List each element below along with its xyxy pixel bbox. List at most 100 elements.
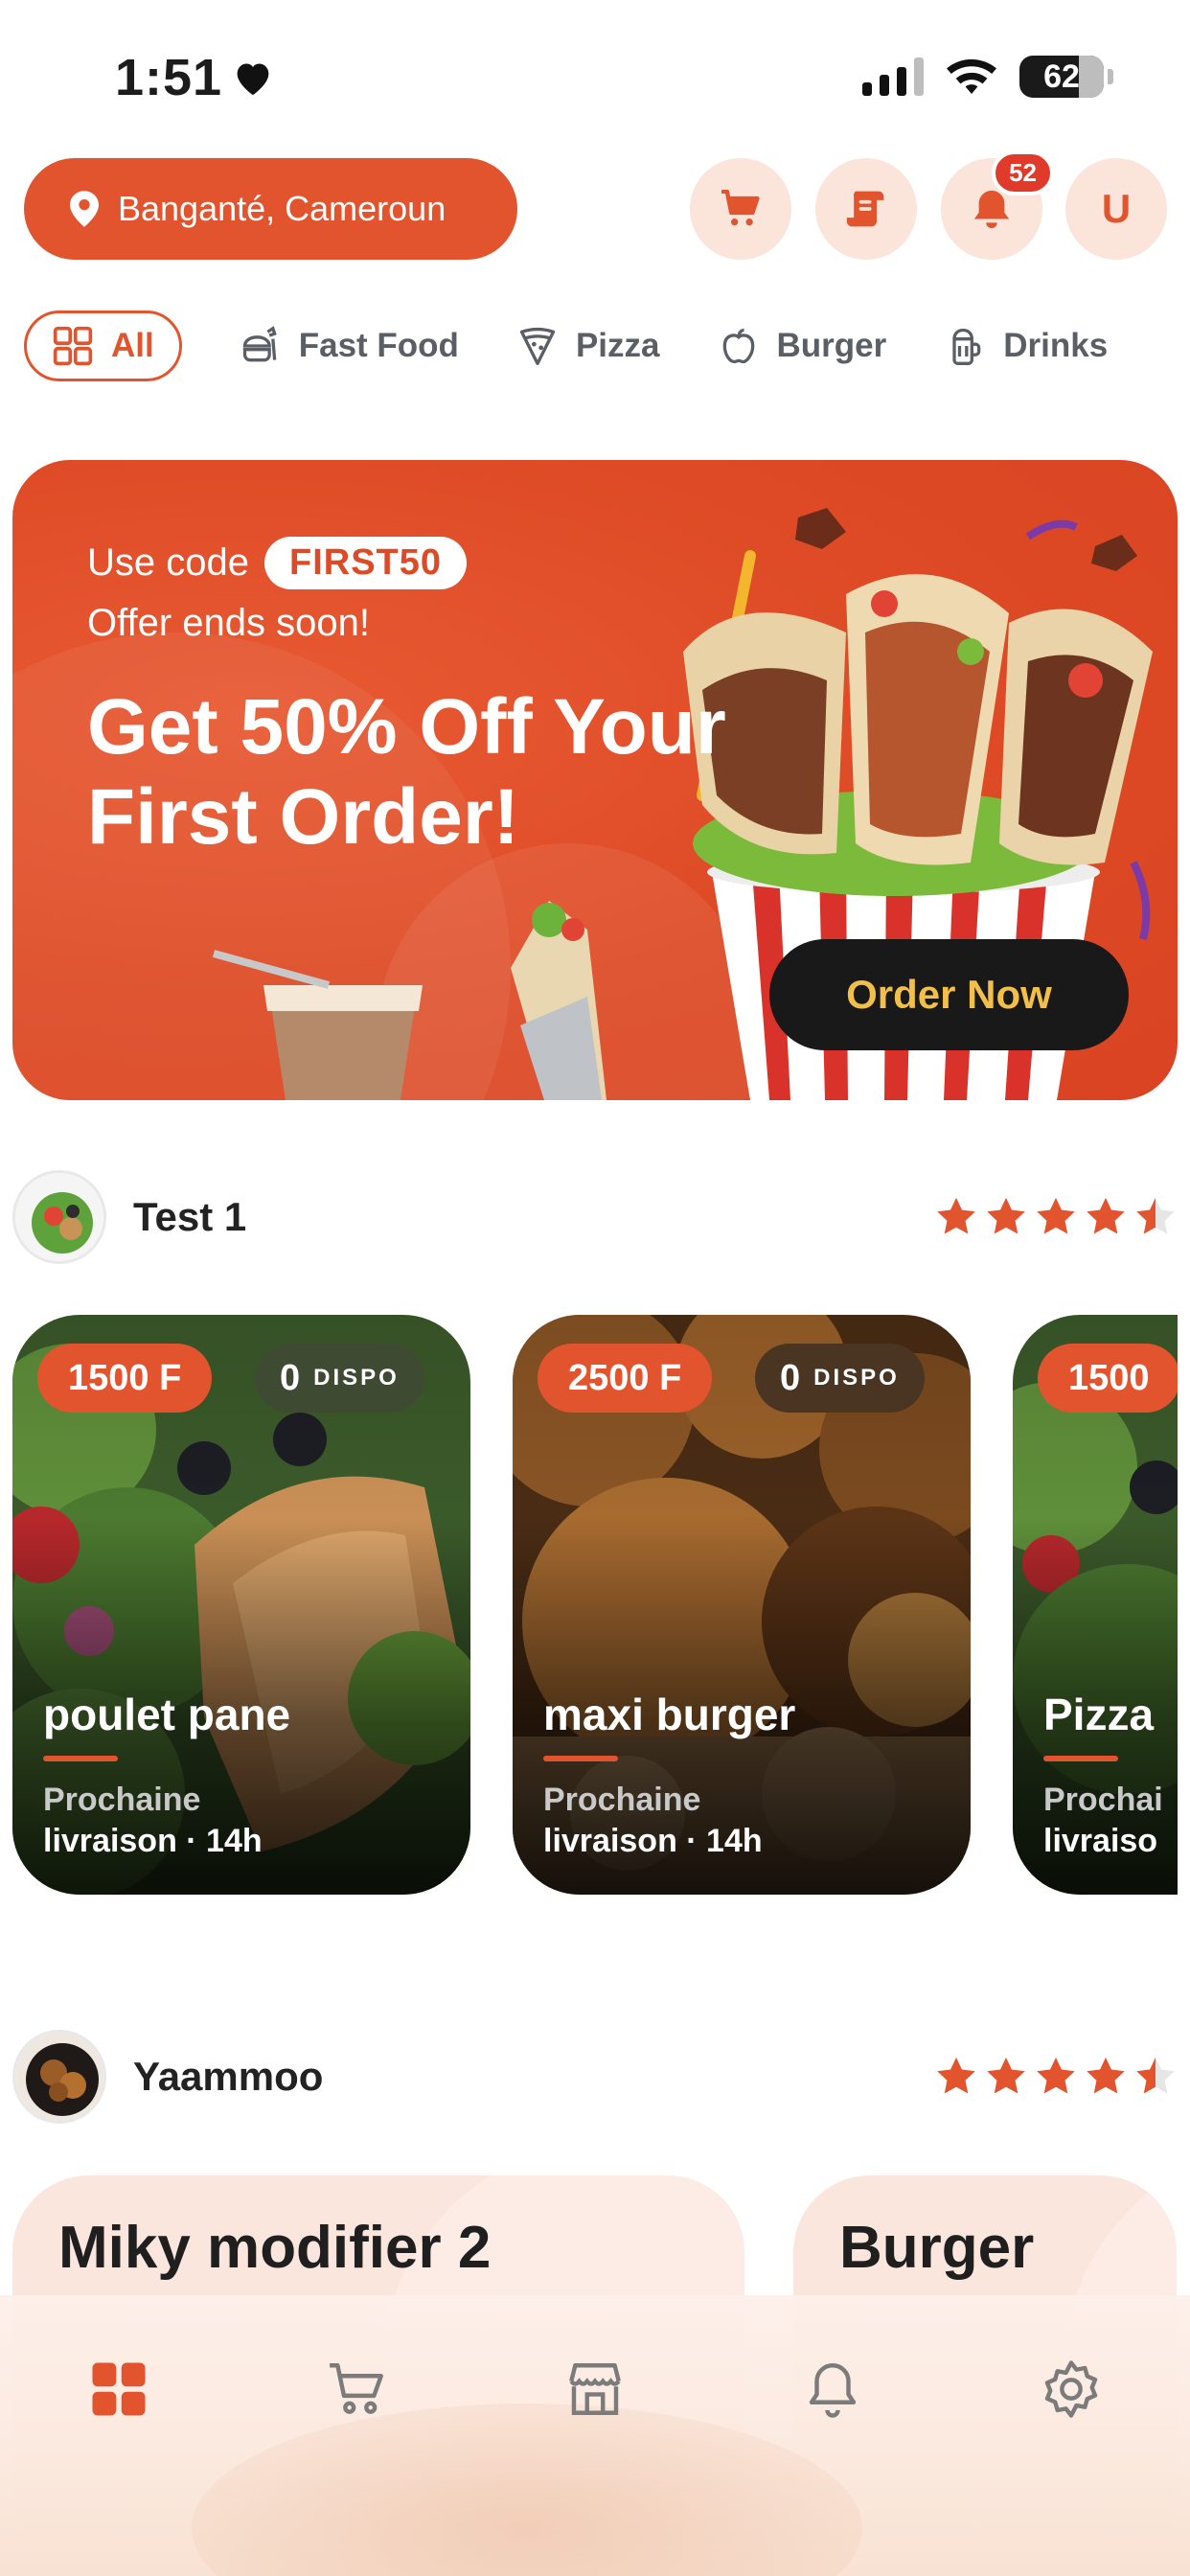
- cart-button[interactable]: [690, 158, 791, 260]
- battery-level: 62: [1043, 58, 1080, 95]
- availability-label: DISPO: [313, 1365, 400, 1391]
- avatar: U: [1101, 186, 1132, 231]
- pizza-icon: [519, 327, 556, 365]
- location-pin-icon: [70, 191, 99, 227]
- delivery-time: livraison · 14h: [543, 1823, 763, 1859]
- rating-stars: [934, 1195, 1178, 1239]
- nav-settings[interactable]: [1014, 2341, 1129, 2437]
- star-icon: [1037, 1197, 1075, 1234]
- nav-store[interactable]: [538, 2341, 652, 2437]
- cart-icon: [721, 190, 760, 226]
- availability-count: 0: [280, 1357, 301, 1398]
- star-icon: [1136, 1197, 1175, 1234]
- promo-subtitle: Offer ends soon!: [87, 602, 370, 644]
- profile-button[interactable]: U: [1065, 158, 1167, 260]
- next-delivery-label: Prochai: [1043, 1782, 1163, 1818]
- menu-title: Burger: [839, 2215, 1035, 2281]
- status-bar: 1:51 62: [0, 0, 1190, 153]
- price-chip: 2500 F: [538, 1344, 713, 1413]
- status-time: 1:51: [115, 48, 274, 107]
- category-tab-fast-food[interactable]: Fast Food: [211, 310, 488, 381]
- location-label: Banganté, Cameroun: [118, 189, 446, 228]
- settings-icon: [1044, 2360, 1097, 2418]
- cart-icon: [329, 2363, 383, 2414]
- category-tab-drinks[interactable]: Drinks: [915, 310, 1136, 381]
- product-card[interactable]: 1500 Pizza Prochai livraiso: [1013, 1315, 1178, 1895]
- promo-title: Get 50% Off Your First Order!: [87, 683, 726, 861]
- home-grid-icon: [92, 2362, 146, 2416]
- category-label: Fast Food: [298, 327, 459, 364]
- category-tabs: All Fast Food Pizza Burger Drinks: [24, 307, 1136, 385]
- bell-icon: [810, 2363, 857, 2418]
- battery-indicator: 62: [1019, 56, 1104, 98]
- next-delivery-label: Prochaine: [43, 1782, 201, 1818]
- delivery-time: livraiso: [1043, 1823, 1158, 1859]
- availability-label: DISPO: [813, 1365, 900, 1391]
- signal-icon: [862, 58, 924, 96]
- category-tab-pizza[interactable]: Pizza: [488, 310, 689, 381]
- orders-button[interactable]: [815, 158, 917, 260]
- price-chip: 1500: [1038, 1344, 1178, 1413]
- product-name: Pizza: [1043, 1690, 1155, 1739]
- rating-stars: [934, 2055, 1178, 2099]
- fast-food-icon: [242, 326, 277, 362]
- product-card[interactable]: 1500 F 0 DISPO poulet pane Prochaine liv…: [12, 1315, 470, 1895]
- accent-divider: [543, 1756, 618, 1761]
- star-icon: [987, 1197, 1025, 1234]
- star-icon: [937, 1197, 975, 1234]
- category-label: All: [111, 327, 154, 364]
- clock-text: 1:51: [115, 49, 223, 106]
- star-icon: [1087, 1197, 1125, 1234]
- nav-home[interactable]: [61, 2341, 176, 2437]
- wifi-icon: [947, 58, 996, 94]
- price-chip: 1500 F: [37, 1344, 213, 1413]
- star-icon: [987, 2057, 1025, 2094]
- availability-chip: 0 DISPO: [755, 1344, 925, 1413]
- next-delivery-label: Prochaine: [543, 1782, 701, 1818]
- nav-notifications[interactable]: [775, 2341, 890, 2437]
- restaurant-header[interactable]: Test 1: [12, 1166, 1178, 1268]
- availability-count: 0: [780, 1357, 801, 1398]
- store-icon: [569, 2363, 621, 2415]
- notification-badge: 52: [992, 150, 1054, 196]
- restaurant-avatar: [12, 2030, 106, 2124]
- category-tab-burger[interactable]: Burger: [689, 310, 916, 381]
- promo-banner[interactable]: Use code FIRST50 Offer ends soon! Get 50…: [12, 460, 1178, 1100]
- receipt-icon: [846, 191, 884, 227]
- star-icon: [1087, 2057, 1125, 2094]
- promo-code-chip[interactable]: FIRST50: [263, 537, 468, 589]
- product-name: poulet pane: [43, 1690, 291, 1739]
- order-now-button[interactable]: Order Now: [769, 939, 1129, 1050]
- accent-divider: [43, 1756, 118, 1761]
- status-indicators: 62: [862, 56, 1113, 98]
- restaurant-header[interactable]: Yaammoo: [12, 2026, 1178, 2128]
- category-label: Drinks: [1003, 327, 1109, 364]
- star-icon: [937, 2057, 975, 2094]
- restaurant-avatar: [12, 1170, 106, 1264]
- product-card[interactable]: 2500 F 0 DISPO maxi burger Prochaine liv…: [513, 1315, 971, 1895]
- restaurant-name: Test 1: [133, 1194, 247, 1239]
- product-name: maxi burger: [543, 1690, 796, 1739]
- accent-divider: [1043, 1756, 1118, 1761]
- menu-title: Miky modifier 2: [58, 2215, 492, 2281]
- category-tab-all[interactable]: All: [24, 310, 182, 381]
- category-label: Pizza: [575, 327, 660, 364]
- product-carousel[interactable]: 1500 F 0 DISPO poulet pane Prochaine liv…: [12, 1315, 1178, 1895]
- availability-chip: 0 DISPO: [255, 1344, 424, 1413]
- grid-icon: [53, 326, 93, 366]
- use-code-label: Use code: [87, 541, 249, 584]
- location-selector[interactable]: Banganté, Cameroun: [24, 158, 517, 260]
- apple-icon: [722, 328, 754, 364]
- nav-glow: [192, 2404, 862, 2576]
- category-label: Burger: [776, 327, 887, 364]
- bottom-navigation: [0, 2295, 1190, 2576]
- nav-cart[interactable]: [300, 2341, 415, 2437]
- battery-nub: [1108, 69, 1113, 84]
- star-icon: [1136, 2057, 1175, 2094]
- drink-icon: [952, 328, 981, 365]
- notifications-button[interactable]: 52: [941, 150, 1054, 260]
- promo-code-line: Use code FIRST50: [87, 537, 468, 589]
- heart-icon: [237, 63, 269, 96]
- delivery-time: livraison · 14h: [43, 1823, 263, 1859]
- star-icon: [1037, 2057, 1075, 2094]
